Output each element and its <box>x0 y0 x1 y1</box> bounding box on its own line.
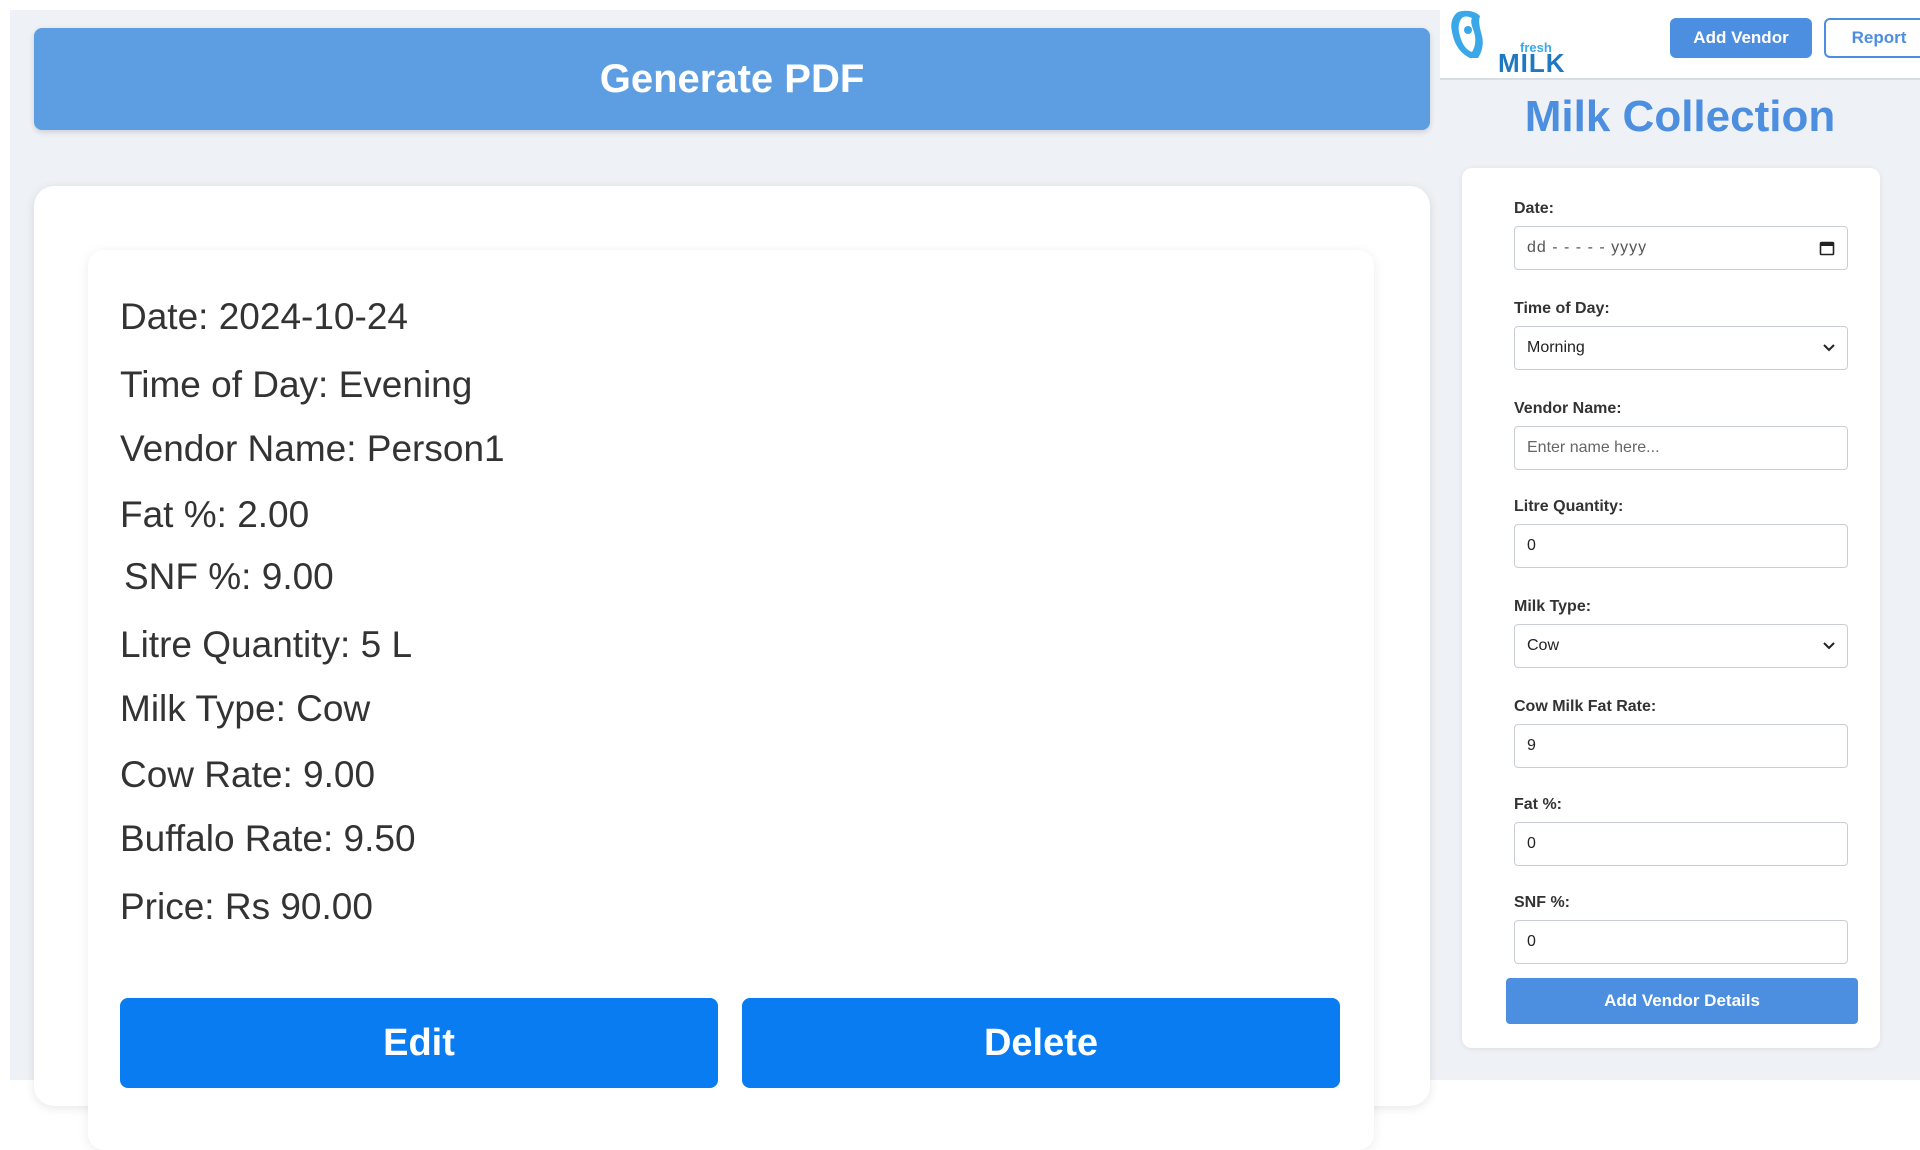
brand-logo[interactable]: fresh MILK <box>1448 8 1565 78</box>
logo-milk-text: MILK <box>1498 48 1566 78</box>
time-of-day-select[interactable]: Morning <box>1514 326 1848 370</box>
report-button[interactable]: Report <box>1824 18 1920 58</box>
top-navbar: fresh MILK Add Vendor Report <box>1440 0 1920 80</box>
fat-label: Fat %: <box>1514 796 1562 813</box>
record-buffalo-rate: Buffalo Rate: 9.50 <box>120 818 416 859</box>
record-time-of-day: Time of Day: Evening <box>120 364 473 405</box>
record-milk-type: Milk Type: Cow <box>120 688 371 729</box>
litre-quantity-label: Litre Quantity: <box>1514 498 1624 515</box>
generate-pdf-button[interactable]: Generate PDF <box>34 28 1430 130</box>
delete-button[interactable]: Delete <box>742 998 1340 1088</box>
date-placeholder: dd - - - - - yyyy <box>1527 239 1648 256</box>
milk-type-select[interactable]: Cow <box>1514 624 1848 668</box>
record-litre-quantity: Litre Quantity: 5 L <box>120 624 413 665</box>
litre-quantity-field[interactable]: 0 <box>1514 524 1848 568</box>
snf-value: 0 <box>1527 933 1536 950</box>
snf-label: SNF %: <box>1514 894 1570 911</box>
record-fat: Fat %: 2.00 <box>120 494 310 535</box>
vendor-name-field[interactable] <box>1514 426 1848 470</box>
fat-value: 0 <box>1527 835 1536 852</box>
calendar-icon[interactable] <box>1819 240 1835 256</box>
record-vendor-name: Vendor Name: Person1 <box>120 428 505 469</box>
date-field[interactable]: dd - - - - - yyyy <box>1514 226 1848 270</box>
fat-field[interactable]: 0 <box>1514 822 1848 866</box>
record-snf: SNF %: 9.00 <box>124 556 334 597</box>
time-of-day-value: Morning <box>1527 339 1585 356</box>
chevron-down-icon <box>1823 642 1835 650</box>
date-label: Date: <box>1514 200 1555 217</box>
milk-collection-form: Date: dd - - - - - yyyy Time of Day: Mor… <box>1462 168 1880 1048</box>
milk-type-value: Cow <box>1527 637 1560 654</box>
record-card: Date: 2024-10-24 Time of Day: Evening Ve… <box>88 250 1374 1150</box>
vendor-name-label: Vendor Name: <box>1514 400 1622 417</box>
record-date: Date: 2024-10-24 <box>120 296 408 337</box>
cow-rate-label: Cow Milk Fat Rate: <box>1514 698 1657 715</box>
records-list: Date: 2024-10-24 Time of Day: Evening Ve… <box>34 186 1430 1150</box>
add-vendor-button[interactable]: Add Vendor <box>1670 18 1812 58</box>
cow-rate-field[interactable]: 9 <box>1514 724 1848 768</box>
milk-logo-icon <box>1451 10 1483 58</box>
record-price: Price: Rs 90.00 <box>120 886 373 927</box>
collection-form-pane: fresh MILK Add Vendor Report Milk Collec… <box>1440 0 1920 1080</box>
edit-button[interactable]: Edit <box>120 998 718 1088</box>
milk-type-label: Milk Type: <box>1514 598 1592 615</box>
cow-rate-value: 9 <box>1527 737 1536 754</box>
litre-quantity-value: 0 <box>1527 537 1536 554</box>
vendor-name-input[interactable] <box>1527 439 1835 457</box>
time-of-day-label: Time of Day: <box>1514 300 1610 317</box>
add-vendor-details-button[interactable]: Add Vendor Details <box>1506 978 1858 1024</box>
records-pane: Generate PDF Date: 2024-10-24 Time of Da… <box>10 10 1440 1150</box>
record-cow-rate: Cow Rate: 9.00 <box>120 754 376 795</box>
chevron-down-icon <box>1823 344 1835 352</box>
page-title: Milk Collection <box>1524 92 1836 141</box>
snf-field[interactable]: 0 <box>1514 920 1848 964</box>
